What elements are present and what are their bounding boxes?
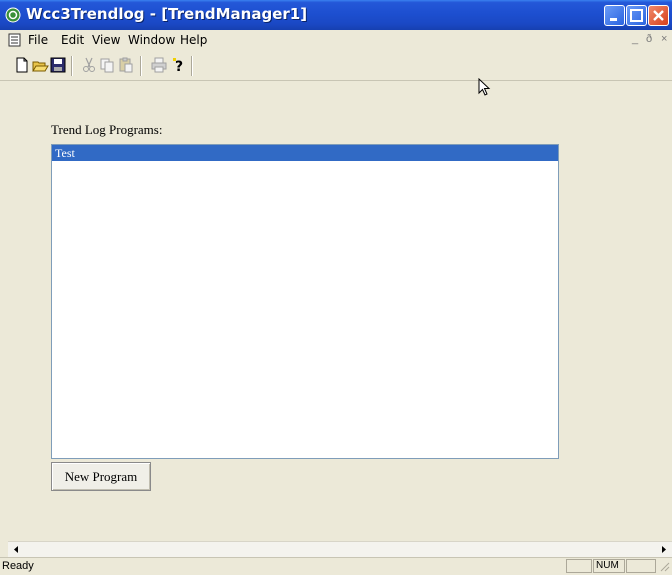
mdi-minimize-button[interactable]: _: [632, 33, 638, 45]
toolbar-separator: [71, 56, 73, 76]
mdi-restore-button[interactable]: ð: [646, 33, 652, 45]
toolbar-separator: [140, 56, 142, 76]
cut-scissors-icon[interactable]: [80, 56, 98, 74]
status-bar: Ready NUM: [0, 557, 672, 573]
menu-window[interactable]: Window: [128, 33, 175, 47]
print-icon[interactable]: [150, 56, 168, 74]
close-button[interactable]: [648, 5, 669, 26]
programs-listbox[interactable]: Test: [51, 144, 559, 459]
menu-view[interactable]: View: [92, 33, 120, 47]
scroll-left-icon[interactable]: [8, 542, 24, 557]
num-indicator: NUM: [593, 559, 625, 573]
scroll-right-icon[interactable]: [656, 542, 672, 557]
minimize-button[interactable]: [604, 5, 625, 26]
mdi-close-button[interactable]: ×: [661, 33, 667, 45]
maximize-button[interactable]: [626, 5, 647, 26]
menu-help[interactable]: Help: [180, 33, 207, 47]
title-bar[interactable]: Wcc3Trendlog - [TrendManager1]: [0, 0, 672, 30]
status-pane-caps: [566, 559, 592, 573]
help-icon[interactable]: ?: [170, 56, 188, 74]
app-icon[interactable]: [5, 7, 21, 23]
menu-file[interactable]: File: [28, 33, 48, 47]
paste-icon[interactable]: [117, 56, 135, 74]
horizontal-scrollbar[interactable]: [8, 541, 672, 557]
list-item[interactable]: Test: [52, 145, 558, 161]
new-file-icon[interactable]: [13, 56, 31, 74]
status-pane-scroll: [626, 559, 656, 573]
window-title: Wcc3Trendlog - [TrendManager1]: [26, 5, 308, 23]
new-program-button[interactable]: New Program: [51, 462, 151, 491]
document-icon[interactable]: [8, 33, 22, 47]
mouse-cursor-icon: [478, 77, 492, 101]
programs-label: Trend Log Programs:: [51, 122, 163, 137]
status-text: Ready: [2, 560, 34, 572]
svg-text:?: ?: [175, 59, 183, 74]
save-disk-icon[interactable]: [49, 56, 67, 74]
menu-edit[interactable]: Edit: [61, 33, 84, 47]
copy-icon[interactable]: [98, 56, 116, 74]
open-folder-icon[interactable]: [31, 56, 49, 74]
toolbar-separator: [191, 56, 193, 76]
